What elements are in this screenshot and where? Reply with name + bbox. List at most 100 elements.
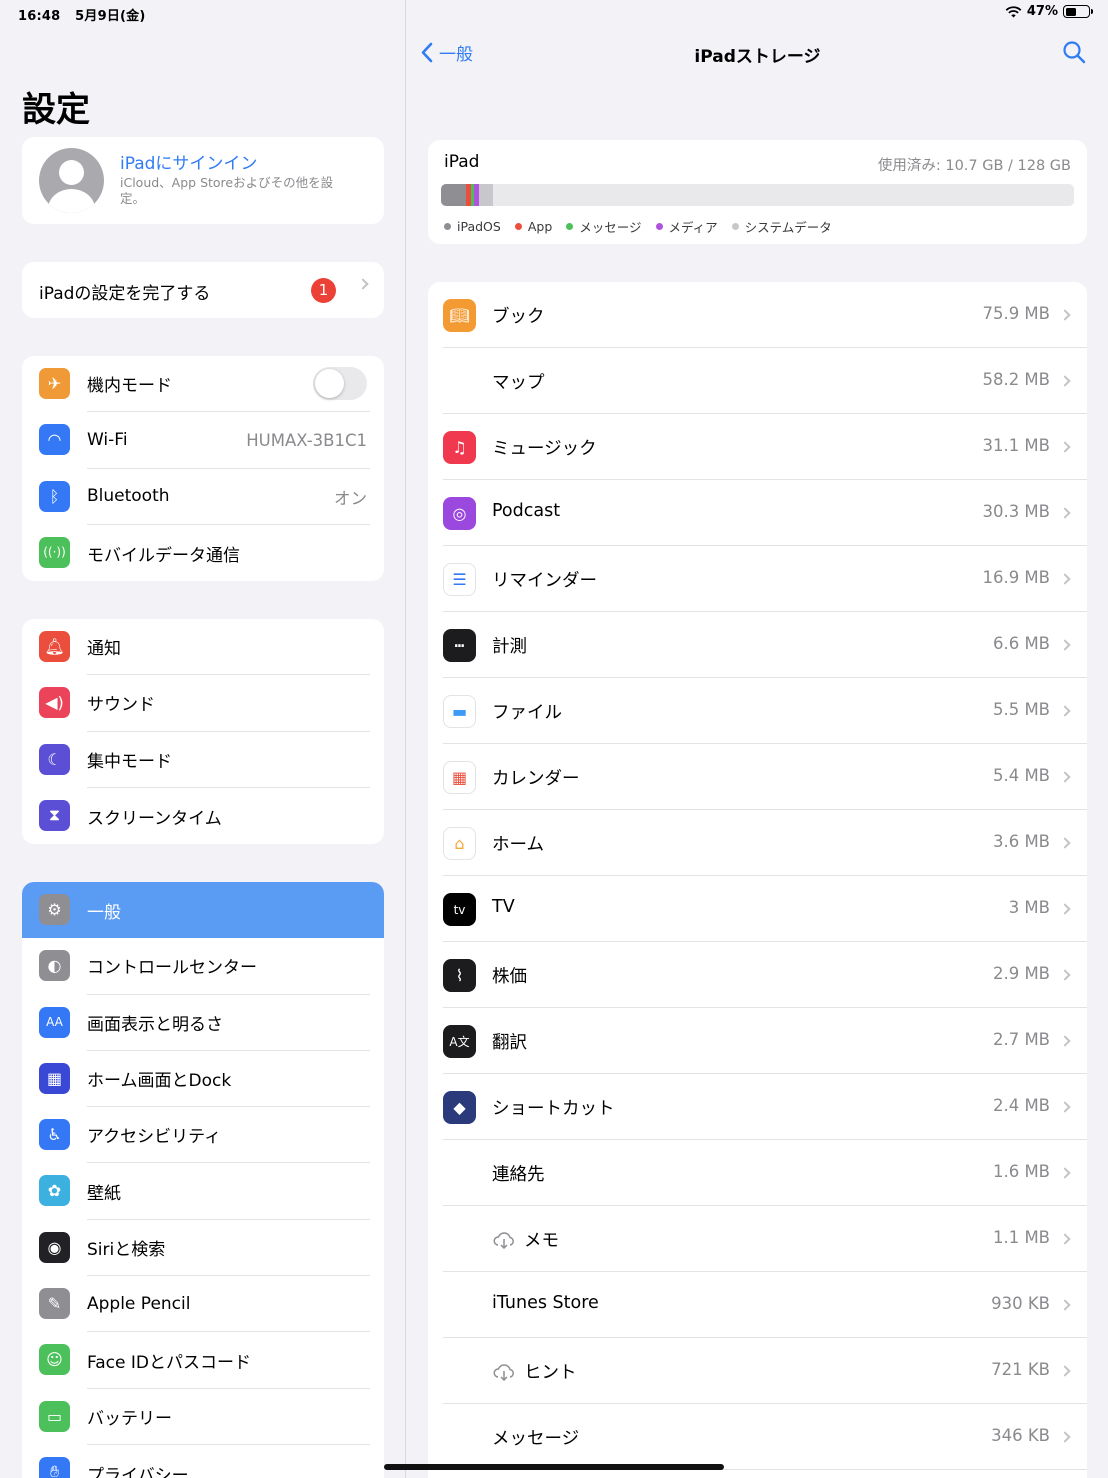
app-name: ブック [492, 303, 545, 328]
app-name: ミュージック [492, 435, 597, 460]
app-name-label: ミュージック [492, 439, 597, 459]
app-size: 1.1 MB [992, 1228, 1050, 1247]
app-name-label: ファイル [492, 703, 562, 723]
search-icon[interactable] [1062, 40, 1086, 64]
app-storage-row[interactable]: ♫ ミュージック 31.1 MB [428, 414, 1087, 480]
sidebar-item-battery[interactable]: ▭ バッテリー [22, 1389, 384, 1445]
app-size: 930 KB [991, 1294, 1050, 1313]
app-storage-row[interactable]: 連絡先 1.6 MB [428, 1140, 1087, 1206]
device-name: iPad [444, 152, 480, 172]
back-label: 一般 [439, 45, 473, 65]
app-storage-row[interactable]: 📖︎ ブック 75.9 MB [428, 282, 1087, 348]
sidebar-item-label: 一般 [87, 902, 121, 923]
sidebar-item-wifi[interactable]: ◠ Wi-Fi HUMAX-3B1C1 [22, 412, 384, 469]
legend-item: App [514, 217, 552, 236]
sidebar-item-text-size[interactable]: AA 画面表示と明るさ [22, 995, 384, 1051]
app-storage-row[interactable]: ┅ 計測 6.6 MB [428, 612, 1087, 678]
chevron-right-icon [1059, 903, 1071, 915]
calendar-icon: ▦ [443, 761, 476, 794]
app-name-label: リマインダー [492, 571, 597, 591]
app-size: 31.1 MB [982, 436, 1050, 455]
app-storage-row[interactable]: A文 翻訳 2.7 MB [428, 1008, 1087, 1074]
app-size: 30.3 MB [982, 502, 1050, 521]
app-size: 1.6 MB [992, 1162, 1050, 1181]
icloud-download-icon [493, 1363, 514, 1381]
app-storage-row[interactable]: メッセージ 346 KB [428, 1404, 1087, 1470]
finish-setup-row[interactable]: iPadの設定を完了する 1 [22, 262, 384, 318]
home-indicator[interactable] [384, 1464, 724, 1470]
app-storage-row[interactable]: ☰ リマインダー 16.9 MB [428, 546, 1087, 612]
back-button[interactable]: 一般 [421, 40, 473, 65]
sidebar-item-bluetooth[interactable]: ᛒ Bluetooth オン [22, 469, 384, 525]
sidebar-item-hourglass[interactable]: ⧗ スクリーンタイム [22, 788, 384, 844]
sidebar-item-label: スクリーンタイム [87, 808, 222, 829]
wifi-icon: ◠ [39, 424, 70, 456]
app-storage-row[interactable]: ⌂ ホーム 3.6 MB [428, 810, 1087, 876]
chevron-right-icon [1059, 507, 1071, 519]
app-storage-row[interactable]: iTunes Store 930 KB [428, 1272, 1087, 1338]
app-name-label: 翻訳 [492, 1033, 527, 1053]
sidebar-item-toggles[interactable]: ◐ コントロールセンター [22, 938, 384, 995]
sidebar-item-hand[interactable]: ✋︎ プライバシー [22, 1445, 384, 1478]
sidebar-item-faceid[interactable]: ☺ Face IDとパスコード [22, 1332, 384, 1389]
house-icon: ⌂ [443, 827, 476, 860]
sidebar-item-accessibility[interactable]: ♿︎ アクセシビリティ [22, 1107, 384, 1164]
sidebar-item-label: Apple Pencil [87, 1276, 370, 1333]
sidebar-item-moon[interactable]: ☾ 集中モード [22, 732, 384, 788]
app-storage-row[interactable]: ◆ ショートカット 2.4 MB [428, 1074, 1087, 1140]
notifications-group: 🔔︎ 通知 ◀) サウンド ☾ 集中モード ⧗ スクリーンタイム [22, 619, 384, 845]
finish-setup-label: iPadの設定を完了する [39, 284, 211, 304]
app-storage-row[interactable]: tv TV 3 MB [428, 876, 1087, 942]
sidebar-item-pencil[interactable]: ✎ Apple Pencil [22, 1276, 384, 1333]
sidebar-item-cellular[interactable]: ((·)) モバイルデータ通信 [22, 525, 384, 581]
app-storage-row[interactable]: ⌇ 株価 2.9 MB [428, 942, 1087, 1008]
sidebar-item-gear[interactable]: ⚙ 一般 [22, 882, 384, 939]
music-icon: ♫ [443, 431, 476, 464]
siri-icon: ◉ [39, 1231, 70, 1263]
sidebar-item-siri[interactable]: ◉ Siriと検索 [22, 1220, 384, 1277]
sidebar-item-label: 壁紙 [87, 1163, 370, 1220]
sidebar-item-grid[interactable]: ▦ ホーム画面とDock [22, 1051, 384, 1108]
app-name-label: ブック [492, 307, 545, 327]
app-size: 3.6 MB [992, 832, 1050, 851]
app-storage-row[interactable]: マップ 58.2 MB [428, 348, 1087, 414]
sidebar-item-label: サウンド [87, 675, 370, 732]
app-name-label: Podcast [492, 501, 561, 521]
storage-usage-bar [441, 184, 1074, 206]
sidebar-item-speaker[interactable]: ◀) サウンド [22, 675, 384, 732]
reminders-icon: ☰ [443, 563, 476, 596]
bluetooth-icon: ᛒ [39, 480, 70, 512]
app-size: 3 MB [1008, 898, 1050, 917]
sidebar-item-label: Siriと検索 [87, 1220, 370, 1277]
app-size: 2.4 MB [992, 1096, 1050, 1115]
sidebar-item-label: Bluetooth [87, 469, 370, 525]
sidebar-item-label: Face IDとパスコード [87, 1332, 370, 1389]
app-storage-row[interactable]: メモ 1.1 MB [428, 1206, 1087, 1272]
app-name: ファイル [492, 699, 562, 724]
airplane-icon: ✈ [39, 368, 70, 399]
sidebar-item-flower[interactable]: ✿ 壁紙 [22, 1163, 384, 1220]
app-storage-row[interactable]: ヒント 721 KB [428, 1338, 1087, 1404]
accessibility-icon: ♿︎ [39, 1119, 70, 1151]
cellular-icon: ((·)) [39, 536, 70, 568]
app-storage-row[interactable]: ◎ Podcast 30.3 MB [428, 480, 1087, 546]
app-name-label: マップ [492, 373, 545, 393]
sidebar-item-bell[interactable]: 🔔︎ 通知 [22, 619, 384, 676]
app-size: 721 KB [991, 1360, 1050, 1379]
chevron-right-icon [1059, 771, 1071, 783]
app-name: 翻訳 [492, 1029, 527, 1054]
chevron-right-icon [1059, 441, 1071, 453]
app-storage-row[interactable]: ▬ ファイル 5.5 MB [428, 678, 1087, 744]
storage-summary-card: iPad 使用済み: 10.7 GB / 128 GB iPadOS App メッセ… [428, 140, 1087, 244]
chevron-right-icon [1059, 1365, 1071, 1377]
sidebar-item-airplane[interactable]: ✈ 機内モード [22, 356, 384, 413]
app-storage-row[interactable]: ▦ カレンダー 5.4 MB [428, 744, 1087, 810]
chevron-right-icon [357, 278, 369, 290]
chevron-right-icon [1059, 375, 1071, 387]
airplane-mode-toggle[interactable] [313, 367, 367, 400]
legend-label: メディア [668, 220, 718, 235]
flower-icon: ✿ [39, 1175, 70, 1207]
storage-used: 使用済み: 10.7 GB / 128 GB [877, 158, 1071, 174]
sign-in-card[interactable]: iPadにサインイン iCloud、App Storeおよびその他を設定。 [22, 137, 384, 224]
icloud-download-icon [493, 1231, 514, 1249]
